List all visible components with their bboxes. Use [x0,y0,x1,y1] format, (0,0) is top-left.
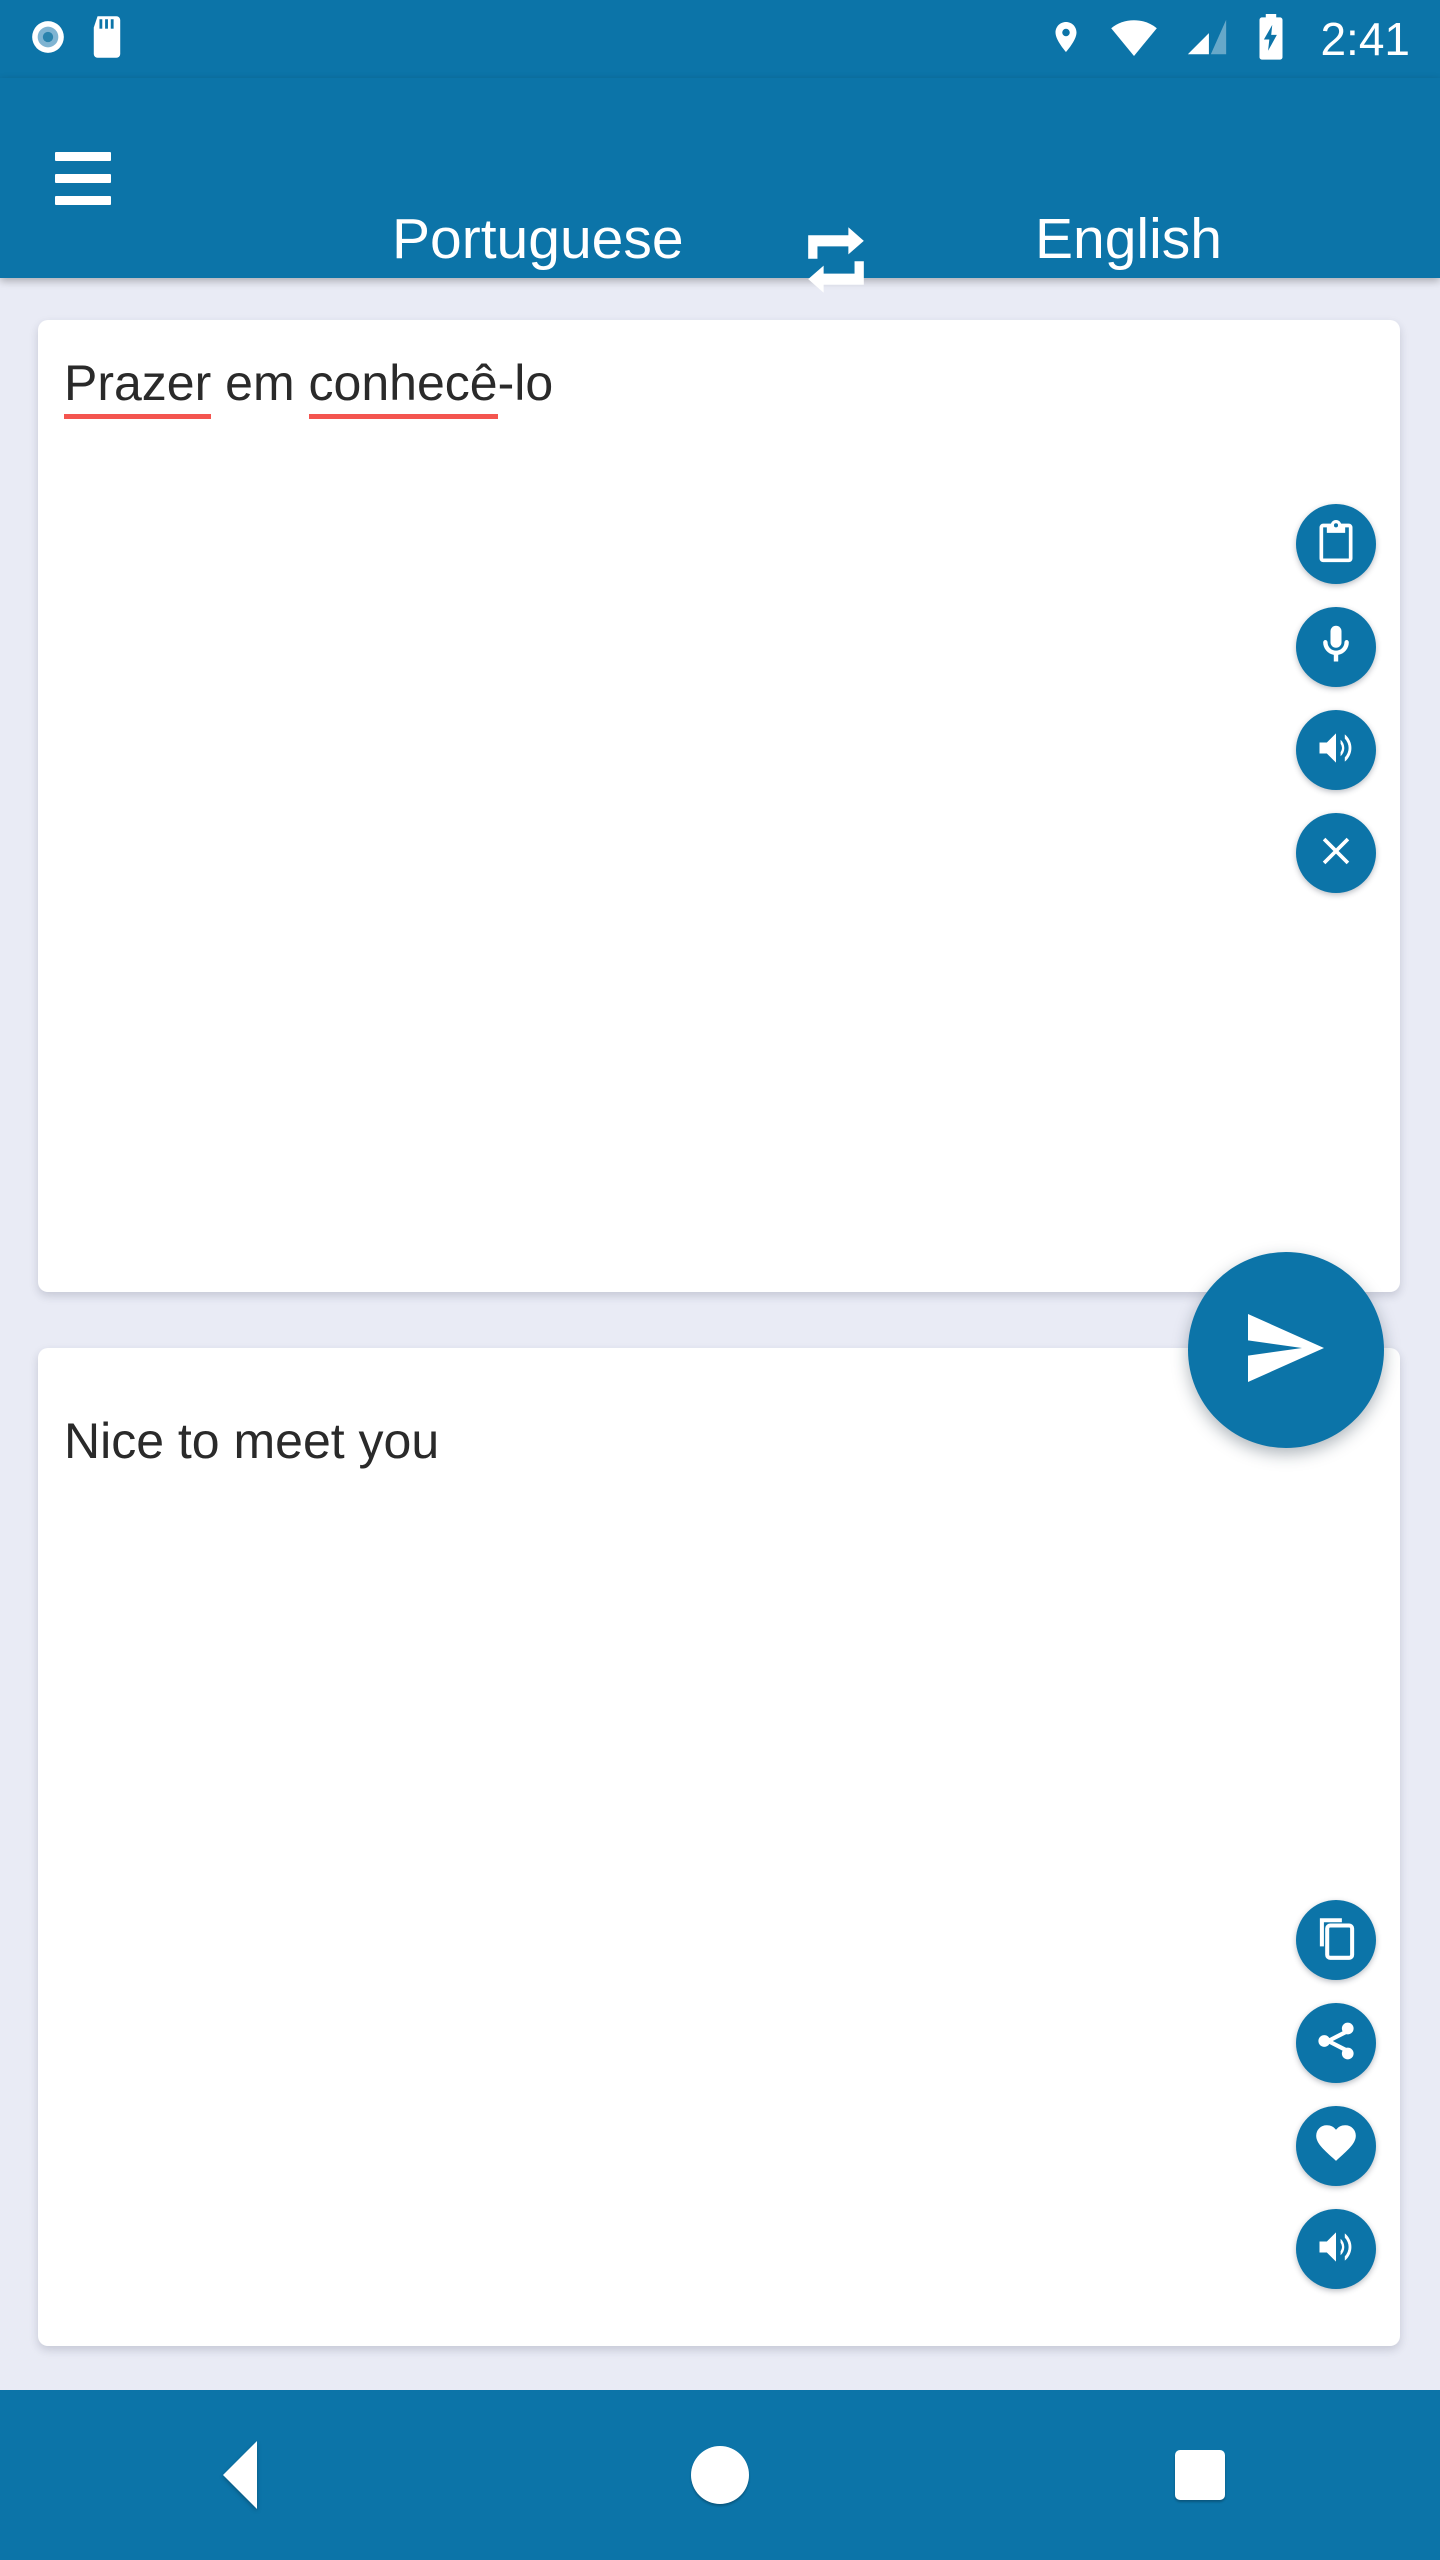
screen-record-icon [28,17,68,62]
android-navigation-bar [0,2390,1440,2560]
status-bar-left-icons [28,15,124,63]
wifi-icon [1110,17,1158,62]
misspelled-word-2: conhecê [308,352,498,418]
clear-button[interactable] [1296,813,1376,893]
circle-home-icon [690,2446,749,2504]
favorite-button[interactable] [1296,2106,1376,2186]
clipboard-icon [1314,519,1358,569]
share-button[interactable] [1296,2003,1376,2083]
paste-button[interactable] [1296,504,1376,584]
hamburger-menu-icon[interactable] [28,123,138,233]
volume-up-icon [1314,726,1358,775]
source-text-part-4: -lo [497,355,554,411]
source-text-input[interactable]: Prazer em conhecê-lo [64,352,1210,418]
battery-charging-icon [1256,13,1286,65]
misspelled-word-1: Prazer [64,352,212,418]
swap-languages-icon[interactable] [788,218,884,302]
heart-icon [1314,2122,1358,2171]
android-screen: 2:41 Portuguese English Prazer em conhec… [0,0,1440,2560]
status-bar: 2:41 [0,0,1440,78]
cellular-signal-icon [1184,17,1230,62]
speak-target-button[interactable] [1296,2209,1376,2289]
location-icon [1048,15,1084,64]
speak-source-button[interactable] [1296,710,1376,790]
source-text-part-2: em [211,355,309,411]
send-button[interactable] [1188,1252,1384,1448]
share-icon [1314,2019,1358,2068]
square-recents-icon [1174,2450,1225,2500]
translated-text-card: Nice to meet you [38,1348,1400,2346]
copy-icon [1314,1916,1358,1965]
translated-text: Nice to meet you [64,1413,440,1469]
nav-recents-button[interactable] [960,2390,1440,2560]
microphone-icon [1314,623,1358,672]
voice-input-button[interactable] [1296,607,1376,687]
close-icon [1314,829,1358,878]
hamburger-bar-2 [55,173,111,183]
volume-up-icon [1314,2225,1358,2274]
app-bar: Portuguese English [0,78,1440,293]
nav-back-button[interactable] [0,2390,480,2560]
status-bar-right-icons: 2:41 [1048,13,1410,65]
hamburger-bar-1 [55,151,111,161]
target-language-selector[interactable]: English [1035,206,1222,272]
triangle-back-icon [222,2441,257,2509]
hamburger-bar-3 [55,195,111,205]
source-language-selector[interactable]: Portuguese [392,206,684,272]
copy-button[interactable] [1296,1900,1376,1980]
source-text-card: Prazer em conhecê-lo [38,320,1400,1292]
nav-home-button[interactable] [480,2390,960,2560]
sd-card-icon [90,15,124,63]
status-bar-clock: 2:41 [1320,13,1410,65]
send-icon [1238,1300,1334,1401]
